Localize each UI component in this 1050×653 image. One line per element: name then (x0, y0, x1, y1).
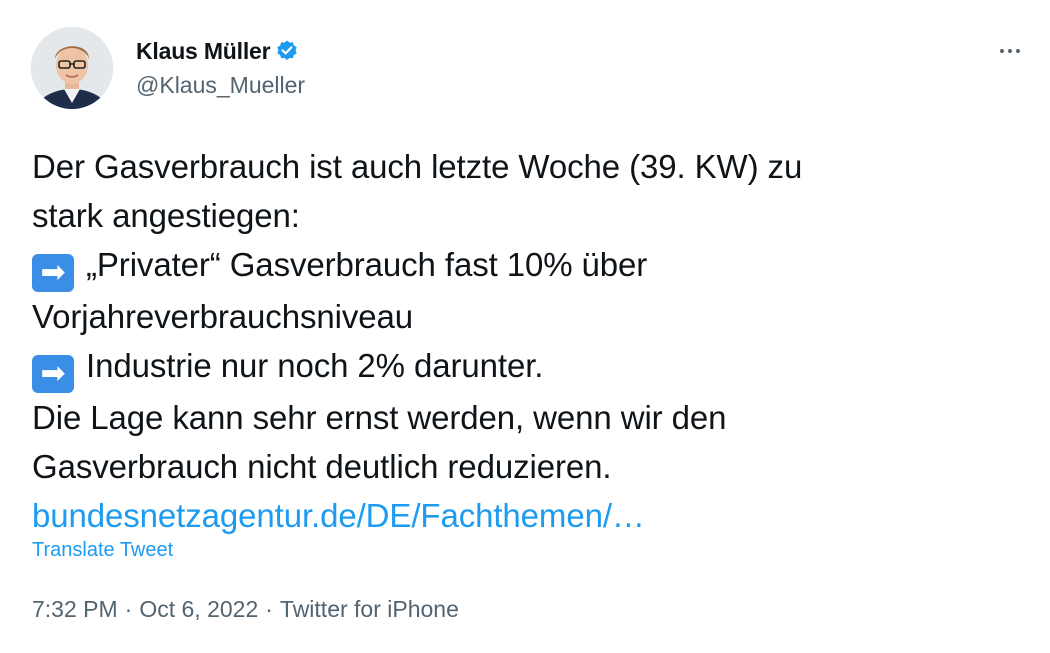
author-name[interactable]: Klaus Müller (136, 38, 271, 65)
tweet-line: ➡ Industrie nur noch 2% darunter. (32, 341, 1022, 393)
avatar[interactable] (31, 27, 113, 109)
meta-separator: · (265, 596, 273, 622)
tweet-line: Die Lage kann sehr ernst werden, wenn wi… (32, 399, 727, 436)
translate-tweet-link[interactable]: Translate Tweet (32, 539, 173, 562)
tweet-link[interactable]: bundesnetzagentur.de/DE/Fachthemen/… (32, 497, 645, 534)
tweet-line-text: Industrie nur noch 2% darunter. (86, 347, 544, 384)
tweet-line: stark angestiegen: (32, 197, 300, 234)
tweet-time[interactable]: 7:32 PM (32, 596, 118, 623)
tweet-line: ➡ „Privater“ Gasverbrauch fast 10% über (32, 240, 1022, 292)
more-options-icon[interactable] (992, 40, 1028, 62)
tweet-source[interactable]: Twitter for iPhone (280, 596, 459, 623)
tweet-line: Vorjahreverbrauchsniveau (32, 298, 413, 335)
meta-separator: · (124, 596, 133, 622)
avatar-image (31, 27, 113, 109)
tweet-meta: 7:32 PM · Oct 6, 2022 · Twitter for iPho… (32, 596, 459, 623)
tweet-line: Der Gasverbrauch ist auch letzte Woche (… (32, 148, 803, 185)
tweet-card: Klaus Müller @Klaus_Mueller Der Gasverbr… (0, 0, 1050, 653)
tweet-line: Gasverbrauch nicht deutlich reduzieren. (32, 448, 612, 485)
tweet-date[interactable]: Oct 6, 2022 (139, 596, 258, 623)
tweet-text: Der Gasverbrauch ist auch letzte Woche (… (32, 142, 1022, 540)
verified-badge-icon (275, 39, 299, 63)
author-handle[interactable]: @Klaus_Mueller (136, 72, 305, 99)
right-arrow-emoji: ➡ (32, 355, 74, 393)
right-arrow-emoji: ➡ (32, 254, 74, 292)
author-block: Klaus Müller @Klaus_Mueller (136, 36, 305, 99)
tweet-link-line: bundesnetzagentur.de/DE/Fachthemen/… (32, 491, 1022, 540)
tweet-line-text: „Privater“ Gasverbrauch fast 10% über (86, 246, 648, 283)
